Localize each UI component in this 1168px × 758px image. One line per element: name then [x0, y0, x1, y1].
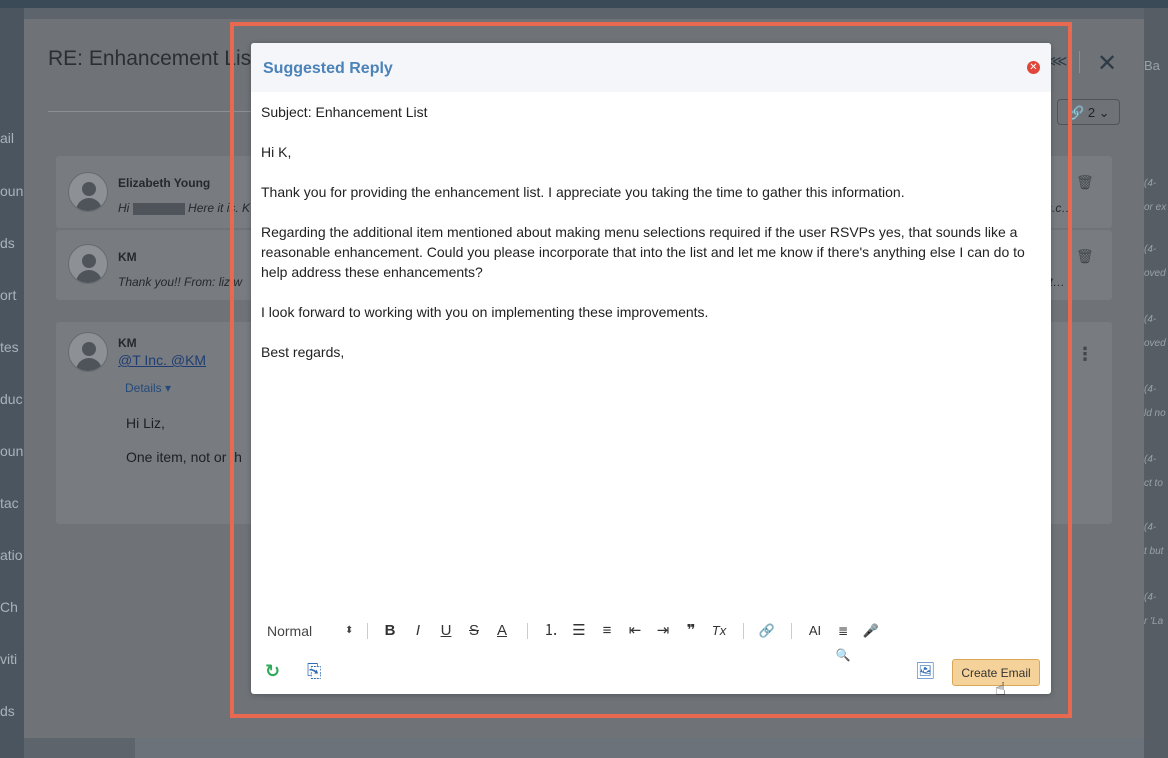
suggested-reply-modal: Suggested Reply ✕ Subject: Enhancement L… [251, 43, 1051, 699]
reply-closing: Best regards, [261, 344, 345, 360]
align-icon[interactable]: ≡ [597, 619, 617, 643]
app-sidebar [0, 8, 24, 758]
formatting-toolbar: Normal ⬍ B I U S A ⒈ ☰ ≡ ⇤ ⇥ ❞ Tx 🔗 AI ≣… [261, 619, 1041, 662]
image-edit-icon[interactable]: 🖼 [915, 661, 935, 681]
activity-snippet: (4- [1144, 454, 1157, 465]
toolbar-separator [527, 623, 528, 639]
activity-snippet: (4- [1144, 178, 1157, 189]
sidebar-item[interactable]: tac [0, 495, 24, 511]
sidebar-item[interactable]: duc [0, 391, 24, 407]
activity-snippet: or ex [1144, 202, 1167, 213]
sidebar-item[interactable]: tes [0, 339, 24, 355]
search-ai-icon[interactable]: ≣🔍 [831, 619, 855, 662]
trash-icon[interactable]: 🗑 [1076, 174, 1094, 191]
text-format-select[interactable]: Normal ⬍ [267, 619, 355, 643]
bullet-list-icon[interactable]: ☰ [569, 619, 589, 643]
sidebar-item[interactable]: oun [0, 443, 24, 459]
sidebar-item[interactable]: ds [0, 235, 24, 251]
ordered-list-icon[interactable]: ⒈ [541, 619, 561, 643]
attachment-count: 2 [1087, 105, 1096, 120]
sidebar-item[interactable]: Ch [0, 599, 24, 615]
sidebar-item[interactable]: oun [0, 183, 24, 199]
trash-icon[interactable]: 🗑 [1076, 248, 1094, 265]
activity-snippet: (4- [1144, 522, 1157, 533]
thread-snippet: Thank you!! From: liz.w [118, 275, 243, 289]
sidebar-item[interactable]: viti [0, 651, 24, 667]
close-icon[interactable]: ✕ [1027, 61, 1040, 74]
chevron-down-icon: ⌄ [1098, 105, 1110, 120]
header-divider [1079, 51, 1080, 73]
toolbar-separator [367, 623, 368, 639]
sender-name: KM [118, 336, 137, 350]
reply-paragraph: Thank you for providing the enhancement … [261, 184, 905, 200]
email-subject-title: RE: Enhancement Lis [48, 47, 252, 70]
underline-button[interactable]: U [437, 619, 455, 643]
reply-greeting: Hi K, [261, 144, 292, 160]
right-header-text: Ba [1144, 58, 1160, 73]
clear-format-icon[interactable]: Tx [709, 619, 729, 643]
italic-button[interactable]: I [409, 619, 427, 643]
reply-subject: Subject: Enhancement List [261, 104, 428, 120]
avatar [68, 332, 108, 372]
sidebar-item[interactable]: ort [0, 287, 24, 303]
sidebar-item[interactable]: atio [0, 547, 24, 563]
refresh-icon[interactable]: ↻ [265, 661, 280, 682]
link-icon[interactable]: 🔗 [757, 619, 777, 643]
app-topbar [0, 0, 1168, 8]
sidebar-item[interactable]: ds [0, 703, 24, 719]
text-format-value: Normal [267, 623, 313, 639]
quote-icon[interactable]: ❞ [681, 619, 701, 643]
sender-name: KM [118, 250, 137, 264]
activity-snippet: (4- [1144, 592, 1157, 603]
mentions-link[interactable]: @T Inc. @KM [118, 352, 206, 368]
email-body-line: Hi Liz, [126, 415, 165, 431]
toolbar-separator [743, 623, 744, 639]
activity-snippet: (4- [1144, 244, 1157, 255]
activity-snippet: (4- [1144, 314, 1157, 325]
activity-snippet: ct to [1144, 478, 1163, 489]
select-arrows-icon: ⬍ [345, 625, 354, 636]
email-body-line: One item, not or th [126, 449, 242, 465]
sender-name: Elizabeth Young [118, 176, 211, 190]
reply-paragraph: Regarding the additional item mentioned … [261, 224, 1025, 280]
hand-cursor-icon: ☝ [995, 679, 1006, 699]
toolbar-separator [791, 623, 792, 639]
activity-snippet: (4- [1144, 384, 1157, 395]
more-options-icon[interactable]: ⋮ [1076, 344, 1094, 365]
reply-editor[interactable]: Subject: Enhancement List Hi K, Thank yo… [261, 102, 1041, 382]
activity-snippet: t but [1144, 546, 1164, 557]
outdent-icon[interactable]: ⇤ [625, 619, 645, 643]
sidebar-item[interactable]: ail [0, 130, 24, 146]
activity-snippet: r 'La [1144, 616, 1164, 627]
copy-icon[interactable]: ⎘ [307, 661, 321, 682]
close-icon[interactable]: ✕ [1097, 49, 1117, 78]
modal-header: Suggested Reply ✕ [251, 43, 1051, 92]
avatar [68, 244, 108, 284]
strikethrough-button[interactable]: S [465, 619, 483, 643]
microphone-icon[interactable]: 🎤 [861, 619, 881, 643]
avatar [68, 172, 108, 212]
text-color-button[interactable]: A [493, 619, 511, 643]
bottom-strip [135, 738, 1144, 758]
activity-snippet: oved [1144, 268, 1166, 279]
bold-button[interactable]: B [381, 619, 399, 643]
reply-paragraph: I look forward to working with you on im… [261, 304, 709, 320]
indent-icon[interactable]: ⇥ [653, 619, 673, 643]
activity-snippet: oved [1144, 338, 1166, 349]
details-toggle[interactable]: Details ▾ [125, 381, 171, 395]
activity-snippet: ld no [1144, 408, 1166, 419]
redacted-block [132, 202, 185, 215]
ai-icon[interactable]: AI [805, 619, 825, 643]
modal-title: Suggested Reply [263, 60, 393, 77]
right-activity-column [1144, 8, 1168, 758]
